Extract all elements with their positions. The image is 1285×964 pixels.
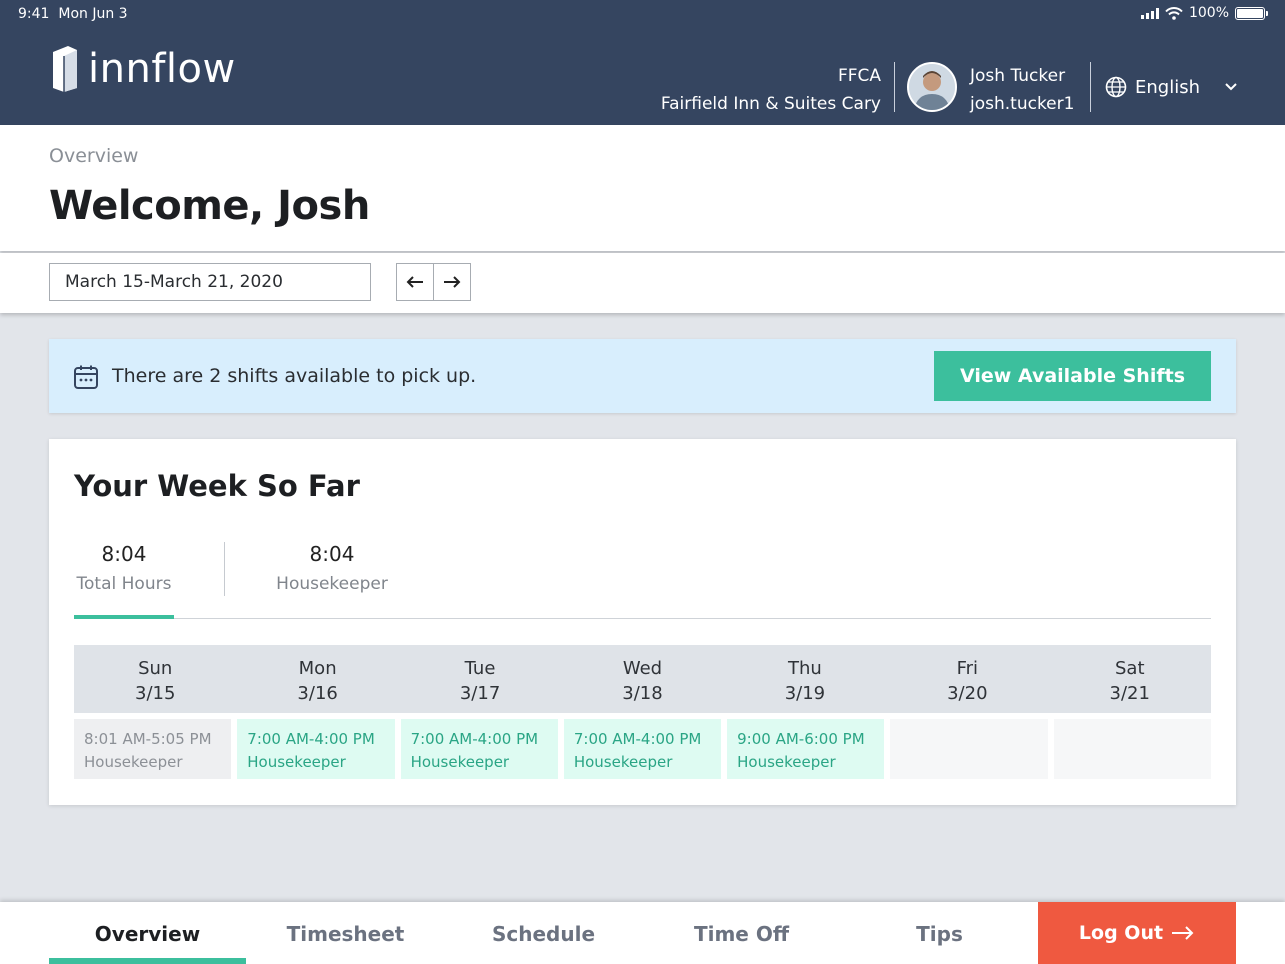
shift-cell-sun[interactable]: 8:01 AM-5:05 PM Housekeeper	[74, 719, 232, 779]
logout-button[interactable]: Log Out	[1038, 902, 1236, 964]
header-divider	[894, 62, 895, 112]
shift-cell-thu[interactable]: 9:00 AM-6:00 PM Housekeeper	[727, 719, 885, 779]
header-divider	[1090, 62, 1091, 112]
shift-role: Housekeeper	[410, 753, 510, 771]
stat-housekeeper[interactable]: 8:04 Housekeeper	[271, 542, 393, 594]
week-summary-card: Your Week So Far 8:04 Total Hours 8:04 H…	[49, 439, 1236, 805]
day-header-sat: Sat 3/21	[1109, 658, 1150, 704]
shift-time: 9:00 AM-6:00 PM	[737, 730, 865, 748]
previous-week-button[interactable]	[396, 263, 434, 301]
globe-icon	[1105, 76, 1127, 98]
tab-overview[interactable]: Overview	[49, 902, 246, 964]
day-header-wed: Wed 3/18	[622, 658, 663, 704]
user-info[interactable]: Josh Tucker josh.tucker1	[970, 62, 1074, 118]
stat-label: Housekeeper	[276, 574, 388, 594]
day-header-sun: Sun 3/15	[135, 658, 176, 704]
card-title: Your Week So Far	[74, 469, 360, 503]
shift-cell-sat	[1053, 719, 1211, 779]
stat-value: 8:04	[309, 542, 355, 566]
battery-percent: 100%	[1188, 5, 1229, 21]
active-tab-indicator	[74, 615, 174, 619]
logout-label: Log Out	[1078, 922, 1164, 944]
shift-cell-fri	[890, 719, 1048, 779]
banner-message: There are 2 shifts available to pick up.	[112, 365, 477, 387]
status-clock: 9:41	[18, 6, 50, 22]
user-name: Josh Tucker	[970, 66, 1066, 86]
cellular-signal-icon	[1140, 7, 1159, 19]
tab-schedule[interactable]: Schedule	[445, 902, 642, 964]
arrow-left-icon	[406, 276, 423, 288]
day-header-fri: Fri 3/20	[947, 658, 988, 704]
chevron-down-icon	[1225, 83, 1237, 91]
date-range-bar	[0, 253, 1285, 313]
arrow-right-icon	[1172, 926, 1194, 940]
shift-cell-tue[interactable]: 7:00 AM-4:00 PM Housekeeper	[400, 719, 558, 779]
shift-time: 7:00 AM-4:00 PM	[573, 730, 702, 748]
logo-mark-icon	[53, 46, 77, 92]
shift-role: Housekeeper	[84, 753, 183, 771]
property-code: FFCA	[837, 66, 881, 86]
arrow-right-icon	[444, 276, 461, 288]
brand-name: innflow	[88, 46, 236, 92]
innflow-logo: innflow	[50, 44, 236, 94]
breadcrumb: Overview	[49, 145, 139, 167]
overview-panel: Overview Welcome, Josh	[0, 125, 1285, 251]
tab-time-off[interactable]: Time Off	[643, 902, 840, 964]
status-date: Mon Jun 3	[58, 6, 128, 22]
next-week-button[interactable]	[433, 263, 471, 301]
shift-time: 7:00 AM-4:00 PM	[247, 730, 375, 748]
shift-cell-wed[interactable]: 7:00 AM-4:00 PM Housekeeper	[563, 719, 722, 779]
date-range-input[interactable]	[49, 263, 371, 301]
tab-timesheet[interactable]: Timesheet	[247, 902, 444, 964]
day-header-thu: Thu 3/19	[784, 658, 826, 704]
shift-role: Housekeeper	[737, 753, 836, 771]
page-title: Welcome, Josh	[49, 183, 370, 229]
shift-role: Housekeeper	[573, 753, 673, 771]
shift-time: 8:01 AM-5:05 PM	[84, 730, 212, 748]
status-time: 9:41 Mon Jun 3	[18, 6, 128, 22]
status-indicators: 100%	[1140, 5, 1268, 21]
property-name: Fairfield Inn & Suites Cary	[660, 94, 881, 114]
property-info: FFCA Fairfield Inn & Suites Cary	[661, 62, 881, 118]
status-bar: 9:41 Mon Jun 3 100%	[0, 0, 1285, 28]
stat-label: Total Hours	[76, 574, 172, 594]
tab-tips[interactable]: Tips	[841, 902, 1038, 964]
stat-divider	[224, 542, 225, 596]
available-shifts-banner: There are 2 shifts available to pick up.…	[49, 339, 1236, 413]
week-shifts-row: 8:01 AM-5:05 PM Housekeeper 7:00 AM-4:00…	[74, 719, 1211, 779]
day-header-tue: Tue 3/17	[459, 658, 501, 704]
calendar-icon	[74, 365, 98, 389]
avatar[interactable]	[907, 62, 957, 112]
shift-cell-mon[interactable]: 7:00 AM-4:00 PM Housekeeper	[237, 719, 395, 779]
bottom-navigation: Overview Timesheet Schedule Time Off Tip…	[0, 902, 1285, 964]
battery-icon	[1235, 6, 1268, 20]
tabs-divider	[74, 618, 1211, 619]
app-header: 9:41 Mon Jun 3 100% innflow FFCA Fairfie…	[0, 0, 1285, 125]
stat-value: 8:04	[101, 542, 147, 566]
stat-total-hours[interactable]: 8:04 Total Hours	[74, 542, 174, 594]
shift-role: Housekeeper	[247, 753, 346, 771]
shift-time: 7:00 AM-4:00 PM	[410, 730, 539, 748]
language-selector[interactable]: English	[1105, 76, 1238, 98]
wifi-icon	[1165, 6, 1183, 20]
user-photo-icon	[909, 64, 955, 110]
day-header-mon: Mon 3/16	[297, 658, 338, 704]
view-available-shifts-button[interactable]: View Available Shifts	[934, 351, 1211, 401]
user-handle: josh.tucker1	[970, 94, 1075, 114]
language-label: English	[1135, 76, 1200, 98]
week-days-header: Sun 3/15 Mon 3/16 Tue 3/17 Wed 3/18 Thu 3/19 …	[74, 645, 1211, 713]
